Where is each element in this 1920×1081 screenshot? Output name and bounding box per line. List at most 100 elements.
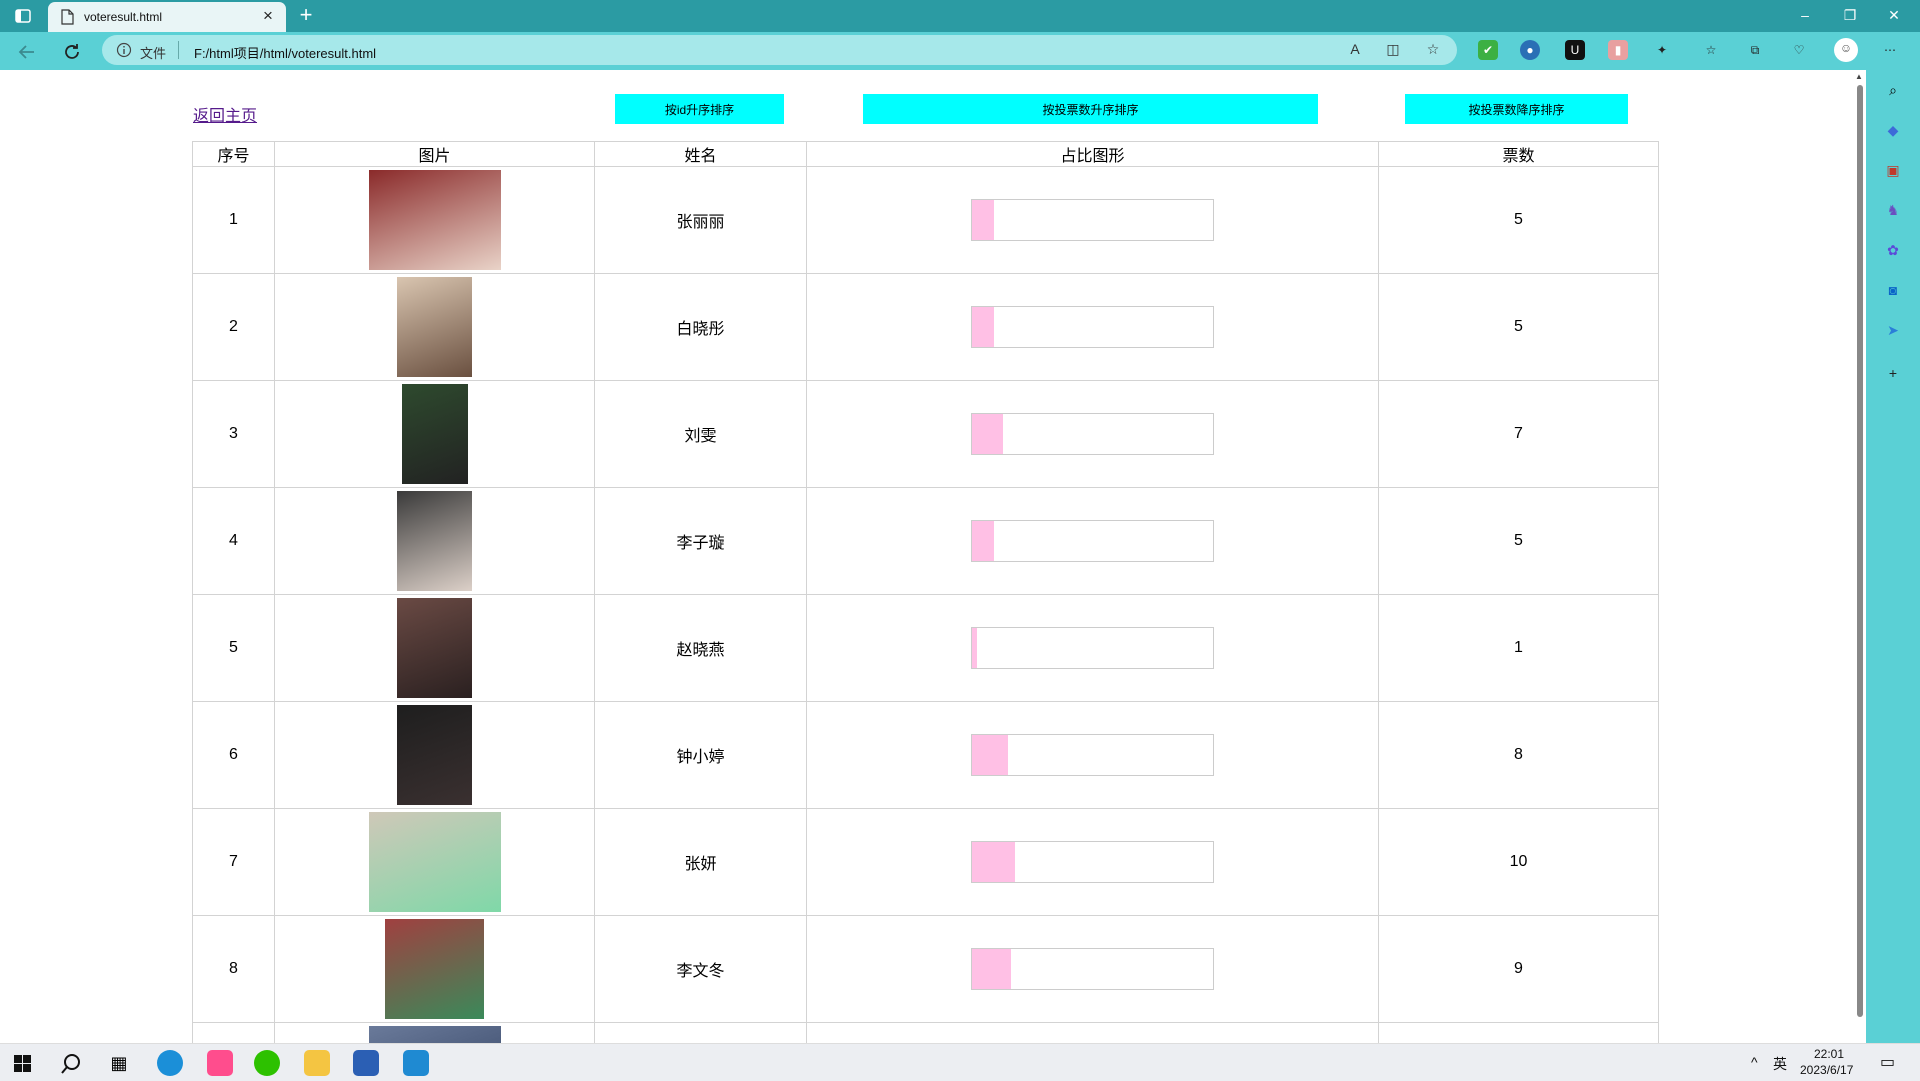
- wechat-icon[interactable]: [254, 1050, 280, 1076]
- taskbar-search-icon[interactable]: [60, 1053, 82, 1075]
- ratio-bar-fill: [972, 414, 1004, 454]
- file-explorer-icon[interactable]: [304, 1050, 330, 1076]
- contestant-photo: [368, 1026, 501, 1043]
- window-close-icon[interactable]: ✕: [1880, 4, 1908, 26]
- ratio-bar: [971, 841, 1214, 883]
- task-view-icon[interactable]: ▦: [106, 1050, 132, 1076]
- contestant-name: 张妍: [594, 808, 807, 916]
- sort-by-votes-desc-button[interactable]: 按投票数降序排序: [1405, 94, 1628, 124]
- ratio-bar: [971, 627, 1214, 669]
- send-icon[interactable]: ➤: [1883, 320, 1903, 340]
- globe-extension-icon[interactable]: ●: [1520, 40, 1540, 60]
- toolbox-icon[interactable]: ▣: [1883, 160, 1903, 180]
- photo-cell: [274, 808, 595, 916]
- ratio-chart-cell: [806, 166, 1379, 274]
- microsoft-365-icon[interactable]: ✿: [1883, 240, 1903, 260]
- search-icon[interactable]: ⌕: [1883, 80, 1903, 100]
- clock-date[interactable]: 2023/6/17: [1800, 1063, 1853, 1077]
- clock-time[interactable]: 22:01: [1814, 1047, 1844, 1061]
- vote-count: 7: [1378, 380, 1659, 488]
- contestant-name: 钟小婷: [594, 701, 807, 809]
- table-row: 7 张妍 10: [192, 808, 1659, 916]
- ratio-bar-fill: [972, 628, 977, 668]
- u-extension-icon[interactable]: U: [1565, 40, 1585, 60]
- minimize-icon[interactable]: –: [1791, 4, 1819, 26]
- vertical-scrollbar[interactable]: ▲: [1854, 70, 1866, 1043]
- active-tab[interactable]: voteresult.html ×: [48, 2, 286, 32]
- outlook-icon[interactable]: ◙: [1883, 280, 1903, 300]
- table-row: 1 张丽丽 5: [192, 166, 1659, 274]
- more-menu-icon[interactable]: ⋯: [1880, 40, 1900, 60]
- shield-extension-icon[interactable]: ✔: [1478, 40, 1498, 60]
- favorites-icon[interactable]: ☆: [1701, 40, 1721, 60]
- ratio-chart-cell: [806, 273, 1379, 381]
- info-icon[interactable]: [116, 42, 132, 58]
- back-home-link[interactable]: 返回主页: [193, 102, 257, 126]
- ratio-bar: [971, 948, 1214, 990]
- contestant-photo: [397, 491, 472, 591]
- ratio-bar-fill: [972, 307, 994, 347]
- row-index: 4: [192, 487, 275, 595]
- profile-avatar[interactable]: ☺: [1834, 38, 1858, 62]
- scroll-up-arrow-icon[interactable]: ▲: [1855, 72, 1863, 81]
- ratio-chart-cell: [806, 594, 1379, 702]
- ratio-chart-cell: [806, 915, 1379, 1023]
- table-row: [192, 1022, 1659, 1043]
- vscode-icon[interactable]: [403, 1050, 429, 1076]
- windows-start-icon[interactable]: [14, 1055, 31, 1072]
- ratio-bar-fill: [972, 842, 1016, 882]
- ratio-chart-cell: [806, 701, 1379, 809]
- address-bar[interactable]: 文件 F:/html项目/html/voteresult.html A ◫ ☆: [102, 35, 1457, 65]
- tray-expand-icon[interactable]: ^: [1751, 1054, 1758, 1070]
- ratio-bar: [971, 199, 1214, 241]
- contestant-name: 李文冬: [594, 915, 807, 1023]
- red-extension-icon[interactable]: ▮: [1608, 40, 1628, 60]
- sort-by-votes-asc-button[interactable]: 按投票数升序排序: [863, 94, 1318, 124]
- contestant-photo: [368, 170, 501, 270]
- new-tab-icon[interactable]: +: [295, 4, 317, 26]
- notification-icon[interactable]: ▭: [1880, 1052, 1895, 1072]
- games-icon[interactable]: ♞: [1883, 200, 1903, 220]
- tab-actions-icon[interactable]: [14, 7, 32, 25]
- table-row: 6 钟小婷 8: [192, 701, 1659, 809]
- back-arrow-icon[interactable]: [16, 41, 38, 63]
- header-ratio-chart: 占比图形: [806, 141, 1379, 167]
- edge-browser-icon[interactable]: [157, 1050, 183, 1076]
- extensions-puzzle-icon[interactable]: ✦: [1652, 40, 1672, 60]
- contestant-name: [594, 1022, 807, 1043]
- row-index: 7: [192, 808, 275, 916]
- word-icon[interactable]: [353, 1050, 379, 1076]
- health-icon[interactable]: ♡: [1789, 40, 1809, 60]
- vote-count: 8: [1378, 701, 1659, 809]
- read-aloud-icon[interactable]: A: [1346, 41, 1364, 59]
- collections-icon[interactable]: ⧉: [1745, 40, 1765, 60]
- tag-icon[interactable]: ◆: [1883, 120, 1903, 140]
- table-body: 1 张丽丽 5 2 白晓彤 5 3 刘雯 7 4 李子璇 5 5 赵晓燕 1 6 钟小婷 8 7 张妍 10 8 李文冬 9: [192, 166, 1659, 1043]
- contestant-name: 白晓彤: [594, 273, 807, 381]
- ratio-bar: [971, 734, 1214, 776]
- vote-count: [1378, 1022, 1659, 1043]
- split-screen-icon[interactable]: ◫: [1384, 41, 1402, 59]
- contestant-photo: [397, 705, 472, 805]
- vote-count: 10: [1378, 808, 1659, 916]
- bilibili-icon[interactable]: [207, 1050, 233, 1076]
- photo-cell: [274, 166, 595, 274]
- table-row: 8 李文冬 9: [192, 915, 1659, 1023]
- vote-count: 5: [1378, 273, 1659, 381]
- ratio-chart-cell: [806, 380, 1379, 488]
- add-sidebar-item-icon[interactable]: +: [1883, 363, 1903, 383]
- favorite-star-icon[interactable]: ☆: [1424, 41, 1442, 59]
- address-divider: [178, 41, 179, 59]
- photo-cell: [274, 1022, 595, 1043]
- row-index: 6: [192, 701, 275, 809]
- refresh-icon[interactable]: [61, 41, 83, 63]
- close-tab-icon[interactable]: ×: [258, 6, 278, 26]
- header-votes: 票数: [1378, 141, 1659, 167]
- photo-cell: [274, 273, 595, 381]
- sort-by-id-asc-button[interactable]: 按id升序排序: [615, 94, 784, 124]
- url-text[interactable]: F:/html项目/html/voteresult.html: [194, 43, 376, 62]
- ratio-bar: [971, 520, 1214, 562]
- ime-indicator[interactable]: 英: [1773, 1054, 1787, 1074]
- scrollbar-thumb[interactable]: [1857, 85, 1863, 1017]
- restore-icon[interactable]: ❐: [1836, 4, 1864, 26]
